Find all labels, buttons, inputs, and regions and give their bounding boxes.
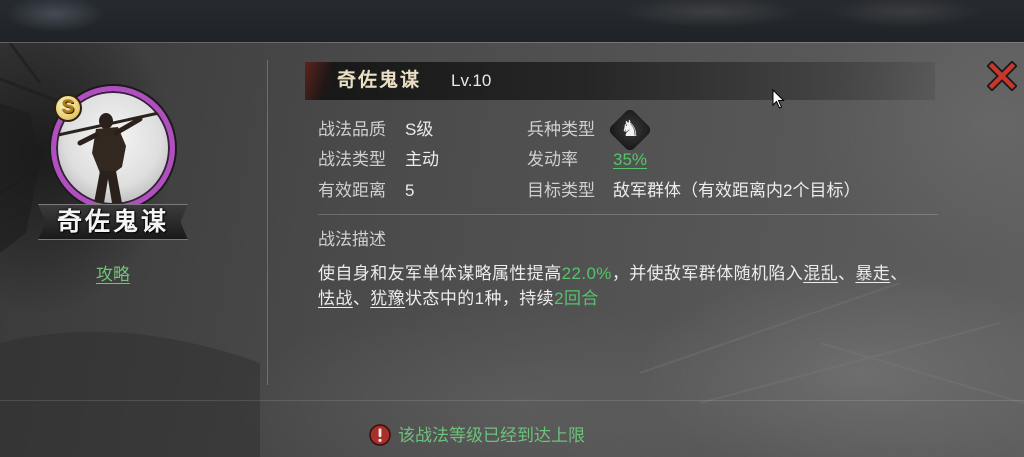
skill-level: Lv.10: [451, 71, 492, 90]
target-type-label: 目标类型: [527, 181, 595, 200]
range-value: 5: [405, 181, 415, 200]
range-label: 有效距离: [318, 181, 386, 200]
skill-name-banner: 奇佐鬼谋: [38, 204, 188, 240]
skill-type-value: 主动: [405, 150, 439, 169]
footer-divider: [0, 400, 1024, 401]
skill-title-bar: 奇佐鬼谋 Lv.10: [305, 62, 935, 100]
status-term-fear[interactable]: 怯战: [318, 289, 353, 308]
description-separator: 、: [352, 289, 371, 308]
skill-title: 奇佐鬼谋: [337, 70, 422, 91]
background-header-strip: [0, 0, 1024, 42]
description-text: 使自身和友军单体谋略属性提高: [318, 264, 562, 283]
duration-value: 2回合: [554, 289, 599, 308]
skill-type-label: 战法类型: [318, 150, 386, 169]
description-separator: 、: [838, 264, 856, 283]
close-button[interactable]: [986, 60, 1018, 92]
grade-s-badge: S: [54, 94, 82, 122]
target-type-value: 敌军群体（有效距离内2个目标）: [613, 181, 861, 200]
description-text: 状态中的1种，持续: [405, 289, 555, 308]
warning-icon: [369, 424, 391, 446]
quality-label: 战法品质: [318, 120, 386, 139]
mouse-cursor-icon: [772, 89, 785, 109]
guide-link[interactable]: 攻略: [63, 264, 163, 286]
column-divider: [267, 60, 268, 385]
max-level-notice: 该战法等级已经到达上限: [398, 426, 585, 445]
quality-value: S级: [405, 120, 434, 139]
attributes-divider: [318, 214, 938, 215]
trigger-rate-value[interactable]: 35%: [613, 148, 647, 172]
close-icon[interactable]: [986, 60, 1018, 92]
description-text: ，并使敌军群体随机陷入: [611, 264, 804, 283]
description-line-1: 使自身和友军单体谋略属性提高22.0%，并使敌军群体随机陷入混乱、暴走、: [318, 262, 908, 286]
description-line-2: 怯战、犹豫状态中的1种，持续2回合: [318, 287, 599, 311]
description-separator: 、: [890, 264, 908, 283]
status-term-hesitate[interactable]: 犹豫: [370, 289, 405, 308]
status-term-rampage[interactable]: 暴走: [855, 264, 890, 283]
status-term-chaos[interactable]: 混乱: [803, 264, 838, 283]
horse-head-icon: [607, 107, 653, 153]
buff-value: 22.0%: [561, 264, 612, 283]
description-heading: 战法描述: [318, 230, 386, 249]
troop-type-label: 兵种类型: [527, 120, 595, 139]
trigger-rate-label: 发动率: [527, 150, 578, 169]
